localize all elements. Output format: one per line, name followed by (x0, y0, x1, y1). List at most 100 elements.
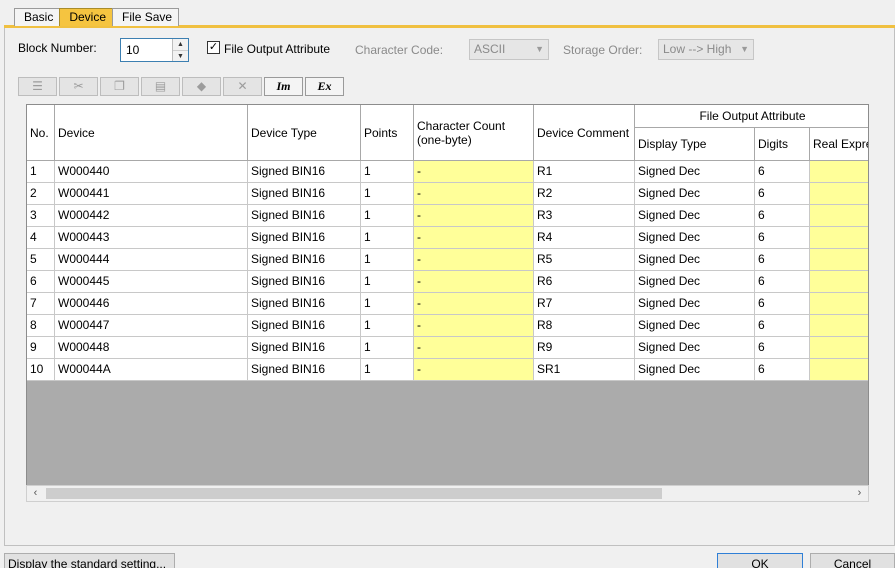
cell-no[interactable]: 6 (27, 271, 55, 293)
cell-real-expression[interactable] (810, 337, 868, 359)
cell-device-type[interactable]: Signed BIN16 (248, 271, 361, 293)
cell-display-type[interactable]: Signed Dec (635, 293, 755, 315)
cell-character-count[interactable]: - (414, 249, 534, 271)
cell-digits[interactable]: 6 (755, 183, 810, 205)
cell-device-comment[interactable]: R2 (534, 183, 635, 205)
cell-display-type[interactable]: Signed Dec (635, 359, 755, 381)
cell-device-type[interactable]: Signed BIN16 (248, 293, 361, 315)
cell-digits[interactable]: 6 (755, 315, 810, 337)
display-standard-setting-button[interactable]: Display the standard setting... (4, 553, 175, 568)
cell-no[interactable]: 9 (27, 337, 55, 359)
cell-device-type[interactable]: Signed BIN16 (248, 205, 361, 227)
tab-basic[interactable]: Basic (14, 8, 61, 26)
cell-device[interactable]: W000446 (55, 293, 248, 315)
stepper-down-icon[interactable]: ▼ (173, 50, 188, 61)
cell-device-comment[interactable]: SR1 (534, 359, 635, 381)
cell-digits[interactable]: 6 (755, 227, 810, 249)
cell-no[interactable]: 4 (27, 227, 55, 249)
cancel-button[interactable]: Cancel (810, 553, 895, 568)
cell-character-count[interactable]: - (414, 183, 534, 205)
cell-digits[interactable]: 6 (755, 293, 810, 315)
cell-device-comment[interactable]: R1 (534, 161, 635, 183)
cell-device[interactable]: W000447 (55, 315, 248, 337)
cell-no[interactable]: 1 (27, 161, 55, 183)
block-number-stepper[interactable]: ▲ ▼ (120, 38, 189, 62)
cell-device-comment[interactable]: R6 (534, 271, 635, 293)
cell-device-comment[interactable]: R3 (534, 205, 635, 227)
cell-character-count[interactable]: - (414, 161, 534, 183)
cell-display-type[interactable]: Signed Dec (635, 337, 755, 359)
cell-digits[interactable]: 6 (755, 249, 810, 271)
cell-character-count[interactable]: - (414, 337, 534, 359)
cell-device[interactable]: W000448 (55, 337, 248, 359)
cell-device[interactable]: W000442 (55, 205, 248, 227)
cell-character-count[interactable]: - (414, 293, 534, 315)
cell-real-expression[interactable] (810, 161, 868, 183)
cell-real-expression[interactable] (810, 183, 868, 205)
cell-device-type[interactable]: Signed BIN16 (248, 315, 361, 337)
cell-no[interactable]: 5 (27, 249, 55, 271)
storage-order-select[interactable]: Low --> High ▼ (658, 39, 754, 60)
cell-character-count[interactable]: - (414, 205, 534, 227)
cell-digits[interactable]: 6 (755, 271, 810, 293)
cell-device-type[interactable]: Signed BIN16 (248, 249, 361, 271)
cell-real-expression[interactable] (810, 249, 868, 271)
cell-device-type[interactable]: Signed BIN16 (248, 337, 361, 359)
cell-display-type[interactable]: Signed Dec (635, 161, 755, 183)
cell-character-count[interactable]: - (414, 315, 534, 337)
cell-points[interactable]: 1 (361, 293, 414, 315)
cell-display-type[interactable]: Signed Dec (635, 271, 755, 293)
cell-no[interactable]: 10 (27, 359, 55, 381)
scroll-right-icon[interactable]: › (851, 486, 868, 501)
cell-points[interactable]: 1 (361, 249, 414, 271)
cell-real-expression[interactable] (810, 271, 868, 293)
paste-button[interactable]: ▤ (141, 77, 180, 96)
delete-button[interactable]: ✕ (223, 77, 262, 96)
export-button[interactable]: Ex (305, 77, 344, 96)
cell-device-comment[interactable]: R7 (534, 293, 635, 315)
cell-device-comment[interactable]: R8 (534, 315, 635, 337)
cell-points[interactable]: 1 (361, 227, 414, 249)
cell-no[interactable]: 2 (27, 183, 55, 205)
cell-device-type[interactable]: Signed BIN16 (248, 161, 361, 183)
tab-device[interactable]: Device (59, 8, 114, 26)
cell-device[interactable]: W000443 (55, 227, 248, 249)
cell-display-type[interactable]: Signed Dec (635, 183, 755, 205)
cut-button[interactable]: ✂ (59, 77, 98, 96)
import-button[interactable]: Im (264, 77, 303, 96)
cell-points[interactable]: 1 (361, 205, 414, 227)
tab-file-save[interactable]: File Save (112, 8, 180, 26)
cell-device-type[interactable]: Signed BIN16 (248, 227, 361, 249)
block-number-input[interactable] (121, 39, 173, 61)
ok-button[interactable]: OK (717, 553, 803, 568)
stepper-up-icon[interactable]: ▲ (173, 39, 188, 50)
cell-real-expression[interactable] (810, 227, 868, 249)
cell-character-count[interactable]: - (414, 359, 534, 381)
cell-real-expression[interactable] (810, 359, 868, 381)
cell-device[interactable]: W00044A (55, 359, 248, 381)
scrollbar-thumb[interactable] (46, 488, 662, 499)
cell-device[interactable]: W000445 (55, 271, 248, 293)
cell-digits[interactable]: 6 (755, 205, 810, 227)
cell-no[interactable]: 3 (27, 205, 55, 227)
cell-points[interactable]: 1 (361, 315, 414, 337)
scroll-left-icon[interactable]: ‹ (27, 486, 44, 501)
cell-points[interactable]: 1 (361, 271, 414, 293)
cell-display-type[interactable]: Signed Dec (635, 249, 755, 271)
cell-device-comment[interactable]: R4 (534, 227, 635, 249)
cell-no[interactable]: 8 (27, 315, 55, 337)
insert-row-button[interactable]: ☰ (18, 77, 57, 96)
copy-button[interactable]: ❐ (100, 77, 139, 96)
file-output-attribute-checkbox[interactable]: ✓ (207, 41, 220, 54)
cell-display-type[interactable]: Signed Dec (635, 315, 755, 337)
cell-device[interactable]: W000441 (55, 183, 248, 205)
character-code-select[interactable]: ASCII ▼ (469, 39, 549, 60)
cell-digits[interactable]: 6 (755, 337, 810, 359)
cell-digits[interactable]: 6 (755, 359, 810, 381)
horizontal-scrollbar[interactable]: ‹ › (26, 485, 869, 502)
cell-no[interactable]: 7 (27, 293, 55, 315)
eraser-button[interactable]: ◆ (182, 77, 221, 96)
cell-device[interactable]: W000440 (55, 161, 248, 183)
cell-points[interactable]: 1 (361, 359, 414, 381)
cell-character-count[interactable]: - (414, 271, 534, 293)
